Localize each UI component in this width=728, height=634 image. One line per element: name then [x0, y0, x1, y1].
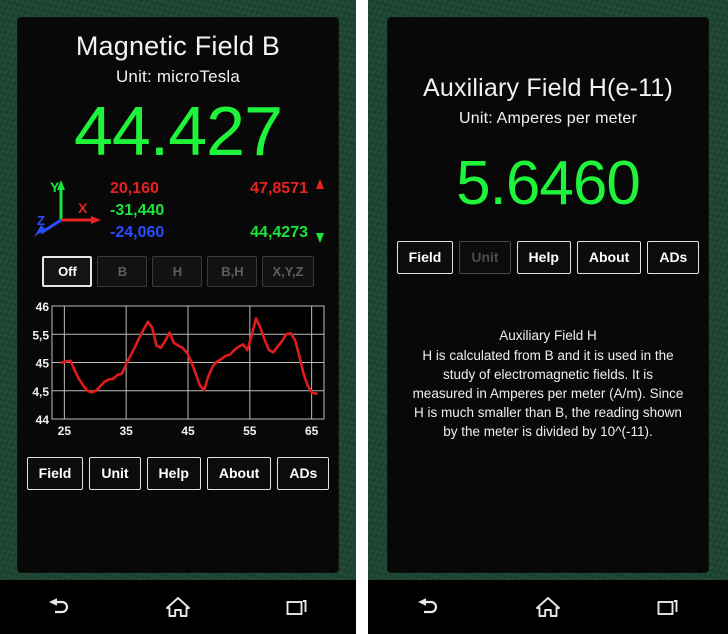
chart-xtick: 35	[120, 424, 134, 438]
minmax-range-arrow-icon	[316, 179, 324, 243]
mode-button-row: Off B H B,H X,Y,Z	[18, 256, 338, 287]
chart-ytick: 45	[36, 357, 50, 371]
chart-canvas: 44 4,5 45 5,5 46 25 35 45 55 65	[32, 300, 325, 438]
max-value: 47,8571	[250, 180, 308, 197]
right-menu-unit: Unit	[459, 241, 511, 274]
back-icon	[49, 598, 69, 614]
right-menu-about[interactable]: About	[576, 241, 642, 274]
chart-ytick: 4,5	[32, 385, 49, 399]
left-menu-ads[interactable]: ADs	[277, 457, 330, 490]
chart-xtick: 55	[243, 424, 257, 438]
left-menu-about[interactable]: About	[206, 457, 272, 490]
home-icon	[536, 597, 560, 617]
right-page-title: Auxiliary Field H(e-11)	[422, 74, 674, 102]
axis-label-y: Y	[50, 179, 60, 195]
chart-ytick: 5,5	[32, 328, 49, 342]
recents-button[interactable]	[640, 587, 696, 627]
left-primary-reading: 44.427	[73, 92, 283, 170]
home-button[interactable]	[150, 587, 206, 627]
left-device-frame: Magnetic Field B Unit: microTesla 44.427…	[0, 0, 356, 634]
left-menu-help[interactable]: Help	[146, 457, 201, 490]
left-menu-unit[interactable]: Unit	[89, 457, 141, 490]
chart-ytick: 44	[36, 413, 50, 427]
chart-xtick: 45	[181, 424, 195, 438]
mode-button-h[interactable]: H	[152, 256, 203, 287]
xyz-axis-icon: Y X Z	[34, 179, 101, 237]
min-value: 44,4273	[250, 224, 308, 241]
recents-icon	[657, 600, 678, 615]
mode-button-b[interactable]: B	[97, 256, 148, 287]
help-text-block: Auxiliary Field H H is calculated from B…	[412, 326, 684, 441]
screenshot-root: Magnetic Field B Unit: microTesla 44.427…	[0, 0, 728, 634]
minmax-values: 47,8571 44,4273	[188, 178, 308, 244]
left-menu-field[interactable]: Field	[26, 457, 84, 490]
help-body: H is calculated from B and it is used in…	[412, 348, 684, 439]
right-unit-label: Unit: Amperes per meter	[459, 110, 637, 127]
left-unit-label: Unit: microTesla	[115, 67, 241, 86]
left-app-screen: Magnetic Field B Unit: microTesla 44.427…	[18, 18, 338, 572]
panel-divider	[356, 0, 368, 634]
mode-button-bh[interactable]: B,H	[207, 256, 258, 287]
left-android-navbar	[0, 580, 356, 634]
axis-label-z: Z	[37, 213, 45, 228]
left-page-title: Magnetic Field B	[75, 31, 281, 61]
left-readout-area: Y X Z 20,160 -31,440 -24,060 47,8571 44,…	[18, 176, 338, 252]
back-button[interactable]	[400, 587, 456, 627]
right-menu-help[interactable]: Help	[516, 241, 571, 274]
home-button[interactable]	[520, 587, 576, 627]
chart-ytick: 46	[36, 300, 50, 314]
right-primary-reading: 5.6460	[456, 149, 641, 218]
recents-button[interactable]	[269, 587, 325, 627]
right-app-screen: Auxiliary Field H(e-11) Unit: Amperes pe…	[388, 18, 708, 572]
right-android-navbar	[368, 580, 728, 634]
back-button[interactable]	[31, 587, 87, 627]
home-icon	[166, 597, 190, 617]
chart-xtick: 65	[305, 424, 319, 438]
field-history-chart: 44 4,5 45 5,5 46 25 35 45 55 65	[22, 299, 330, 441]
right-menu-row: Field Unit Help About ADs	[388, 241, 708, 274]
right-device-frame: Auxiliary Field H(e-11) Unit: Amperes pe…	[368, 0, 728, 634]
mode-button-off[interactable]: Off	[42, 256, 93, 287]
right-menu-ads[interactable]: ADs	[647, 241, 700, 274]
mode-button-xyz[interactable]: X,Y,Z	[262, 256, 314, 287]
help-heading: Auxiliary Field H	[499, 328, 597, 343]
left-menu-row: Field Unit Help About ADs	[18, 457, 338, 490]
right-menu-field[interactable]: Field	[396, 241, 454, 274]
back-icon	[418, 598, 438, 614]
axis-label-x: X	[78, 200, 88, 216]
recents-icon	[286, 600, 307, 615]
chart-xtick: 25	[58, 424, 72, 438]
